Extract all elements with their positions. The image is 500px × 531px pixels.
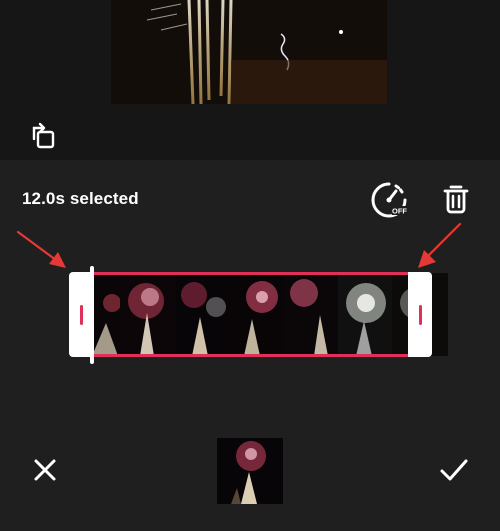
- filmstrip-frame: [230, 273, 284, 356]
- filmstrip-frame: [338, 273, 392, 356]
- checkmark-icon: [435, 459, 473, 492]
- handle-grip: [79, 304, 83, 325]
- confirm-button[interactable]: [435, 452, 473, 488]
- rotate-icon: [27, 119, 61, 158]
- speed-button[interactable]: OFF: [369, 180, 409, 220]
- trash-icon: [436, 185, 476, 224]
- filmstrip-frame: [176, 273, 230, 356]
- selected-duration-label: 12.0s selected: [22, 189, 139, 208]
- video-preview: [111, 0, 387, 104]
- speed-off-icon: OFF: [369, 182, 409, 224]
- delete-button[interactable]: [436, 180, 476, 220]
- cancel-button[interactable]: [27, 452, 63, 488]
- close-icon: [27, 459, 63, 492]
- speed-off-badge: OFF: [392, 207, 407, 216]
- video-preview-area: [0, 0, 500, 160]
- trim-handle-right[interactable]: [408, 272, 432, 357]
- handle-grip: [418, 304, 422, 325]
- rotate-button[interactable]: [24, 118, 64, 158]
- filmstrip-frame: [284, 273, 338, 356]
- filmstrip-frame: [120, 273, 176, 356]
- timeline-filmstrip[interactable]: [92, 273, 448, 356]
- clip-thumbnail[interactable]: [217, 438, 283, 504]
- filmstrip-frame: [92, 273, 120, 356]
- playhead[interactable]: [90, 266, 94, 364]
